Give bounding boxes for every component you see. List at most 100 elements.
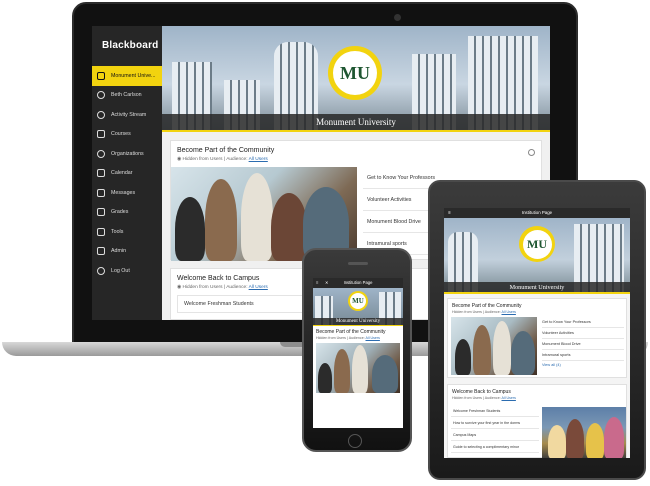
sidebar-item-calendar[interactable]: Calendar: [92, 164, 162, 184]
brand-logo: Blackboard: [102, 40, 159, 51]
student-figure: [473, 325, 491, 375]
grades-icon: [97, 208, 105, 217]
phone-frame: ≡ ✕ Institution Page MU Monument Universit…: [302, 248, 412, 452]
audience-link[interactable]: All Users: [249, 285, 268, 290]
sidebar-item-label: Beth Carlson: [111, 92, 142, 99]
list-item[interactable]: How to survive your first year in the do…: [451, 417, 539, 429]
audience-label: Audience:: [484, 310, 501, 314]
seal-monogram: MU: [333, 51, 377, 95]
list-item[interactable]: Guide to selecting a complimentary minor: [451, 441, 539, 453]
close-icon[interactable]: ✕: [325, 278, 329, 288]
card-visibility: ◉ Hidden from Users | Audience: All User…: [177, 157, 268, 162]
card-visibility: Hidden from Users | Audience: All Users: [316, 336, 380, 340]
sidebar-item-activity-stream[interactable]: Activity Stream: [92, 105, 162, 125]
visibility-text: Hidden from Users: [182, 157, 223, 162]
hero-title: Monument University: [444, 282, 630, 294]
tools-icon: [97, 227, 105, 236]
card-title: Become Part of the Community: [177, 147, 275, 154]
audience-link[interactable]: All Users: [502, 396, 516, 400]
sidebar-item-profile[interactable]: Beth Carlson: [92, 86, 162, 106]
hero-banner: MU Monument University: [444, 218, 630, 294]
student-figure: [175, 197, 205, 261]
sidebar-item-courses[interactable]: Courses: [92, 125, 162, 145]
hero-banner: MU Monument University: [162, 26, 550, 132]
audience-link[interactable]: All Users: [366, 336, 380, 340]
student-figure: [352, 345, 368, 393]
list-item[interactable]: Get to Know Your Professors: [542, 317, 624, 328]
seal-monogram: MU: [522, 229, 552, 259]
card-title: Welcome Back to Campus: [177, 275, 260, 282]
students-photo: [171, 167, 357, 261]
list-item[interactable]: Intramural sports: [542, 350, 624, 361]
student-figure: [455, 339, 471, 375]
student-figure: [372, 355, 398, 393]
student-figure: [566, 419, 584, 458]
student-figure: [334, 349, 350, 393]
sidebar-item-label: Tools: [111, 228, 124, 235]
sidebar-item-admin[interactable]: Admin: [92, 242, 162, 262]
card-visibility: ◉ Hidden from Users | Audience: All User…: [177, 285, 268, 290]
audience-link[interactable]: All Users: [249, 157, 268, 162]
community-links: Get to Know Your Professors Volunteer Ac…: [542, 317, 624, 367]
student-figure: [493, 321, 511, 375]
student-figure: [511, 331, 535, 375]
student-figure: [241, 173, 273, 261]
phone-topbar: ≡ ✕ Institution Page: [313, 278, 403, 288]
visibility-text: Hidden from Users: [452, 396, 482, 400]
visibility-text: Hidden from Users: [452, 310, 482, 314]
sidebar-item-label: Admin: [111, 248, 127, 255]
sidebar-item-institution[interactable]: Monument Unive...: [92, 66, 162, 86]
students-photo: [316, 343, 400, 393]
university-seal: MU: [348, 291, 368, 311]
home-button[interactable]: [348, 434, 362, 448]
list-item[interactable]: Campus Maps: [451, 429, 539, 441]
admin-icon: [97, 247, 105, 256]
sidebar-item-logout[interactable]: Log Out: [92, 261, 162, 281]
sidebar-item-organizations[interactable]: Organizations: [92, 144, 162, 164]
logout-icon: [97, 266, 105, 275]
sidebar-item-label: Activity Stream: [111, 111, 147, 118]
card-visibility: Hidden from Users | Audience: All Users: [452, 310, 516, 314]
tablet-topbar: ≡ Institution Page: [444, 208, 630, 218]
list-item[interactable]: Welcome Freshman Students: [451, 405, 539, 417]
university-seal: MU: [519, 226, 555, 262]
calendar-icon: [97, 169, 105, 178]
welcome-links: Welcome Freshman Students How to survive…: [451, 405, 539, 453]
sidebar-nav: Monument Unive... Beth Carlson Activity …: [92, 66, 162, 281]
visibility-text: Hidden from Users: [182, 285, 223, 290]
visibility-text: Hidden from Users: [316, 336, 346, 340]
menu-icon[interactable]: ≡: [448, 208, 451, 218]
institution-icon: [97, 71, 105, 80]
page-title: Institution Page: [343, 280, 373, 285]
sidebar-item-label: Calendar: [111, 170, 133, 177]
user-icon: [97, 91, 105, 100]
audience-label: Audience:: [226, 285, 248, 290]
globe-icon: [97, 110, 105, 119]
chevron-down-icon[interactable]: [528, 149, 535, 156]
audience-label: Audience:: [226, 157, 248, 162]
hero-title: Monument University: [313, 318, 403, 326]
page-title: Institution Page: [521, 210, 553, 215]
audience-link[interactable]: All Users: [502, 310, 516, 314]
student-figure: [548, 425, 566, 458]
tablet-frame: ≡ Institution Page MU Monument University…: [428, 180, 646, 480]
sidebar-item-messages[interactable]: Messages: [92, 183, 162, 203]
list-item[interactable]: Monument Blood Drive: [542, 339, 624, 350]
sidebar-item-label: Monument Unive...: [111, 72, 156, 79]
welcome-card: Welcome Back to Campus Hidden from Users…: [447, 384, 627, 458]
student-figure: [205, 179, 237, 261]
tablet-screen: ≡ Institution Page MU Monument University…: [444, 208, 630, 458]
sidebar-item-tools[interactable]: Tools: [92, 222, 162, 242]
audience-label: Audience:: [484, 396, 501, 400]
menu-icon[interactable]: ≡: [316, 278, 318, 288]
list-item[interactable]: Volunteer Activities: [542, 328, 624, 339]
students-photo: [451, 317, 537, 375]
student-figure: [604, 417, 624, 458]
card-title: Become Part of the Community: [452, 303, 522, 309]
student-figure: [586, 423, 604, 458]
view-all-link[interactable]: View all (4): [542, 361, 624, 367]
graduates-photo: [542, 407, 626, 458]
card-visibility: Hidden from Users | Audience: All Users: [452, 396, 516, 400]
sidebar-item-grades[interactable]: Grades: [92, 203, 162, 223]
audience-label: Audience:: [348, 336, 365, 340]
